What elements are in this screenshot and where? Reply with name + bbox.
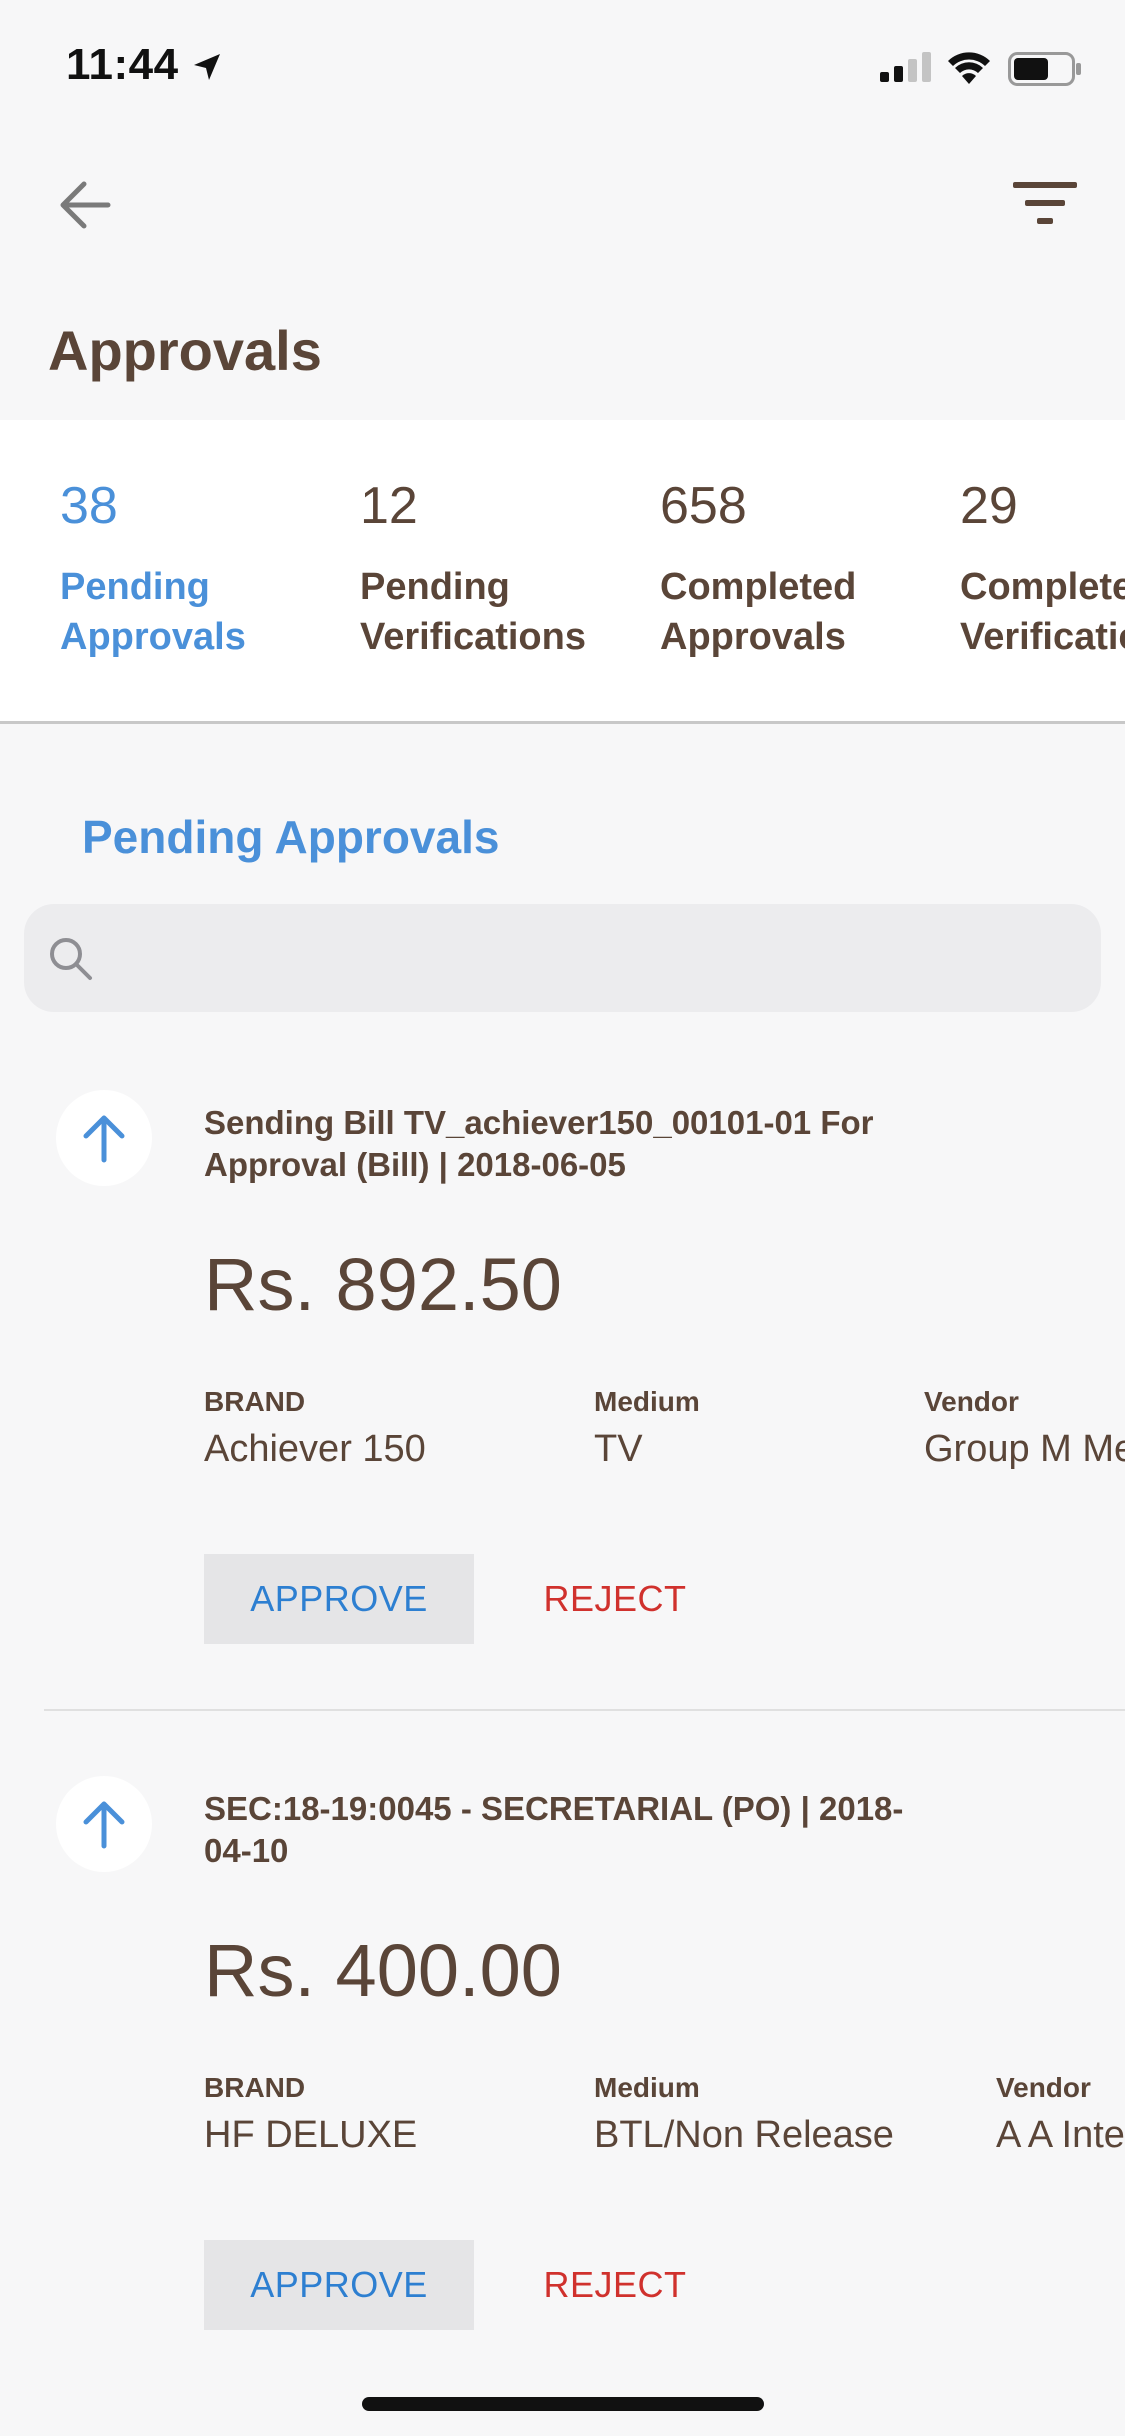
section-title: Pending Approvals [82,811,500,863]
tab-label: Completed Verifications [960,566,1125,658]
battery-icon [1008,52,1081,86]
home-indicator[interactable] [362,2397,764,2411]
tab-label: Pending Approvals [60,566,246,658]
brand-label: BRAND [204,1386,306,1417]
search-icon [50,938,92,980]
medium-label: Medium [594,1386,700,1417]
reject-button[interactable]: REJECT [520,1554,710,1644]
card-title: Sending Bill TV_achiever150_00101-01 For… [204,1104,874,1183]
back-arrow-icon[interactable] [52,172,118,238]
vendor-value: A A International [996,2114,1125,2156]
card-title: SEC:18-19:0045 - SECRETARIAL (PO) | 2018… [204,1790,904,1869]
search-input[interactable] [24,904,1101,1012]
approve-button[interactable]: APPROVE [204,2240,474,2330]
tab-count: 29 [960,477,1018,535]
vendor-label: Vendor [924,1386,1019,1417]
location-arrow-icon [194,54,220,80]
tab-count: 658 [660,477,747,535]
tab-count: 38 [60,477,118,535]
card-amount: Rs. 400.00 [204,1929,562,2012]
vendor-label: Vendor [996,2072,1091,2103]
tab-pending-approvals[interactable]: 38 Pending Approvals [60,476,350,662]
divider [44,1709,1125,1711]
page-title: Approvals [48,319,322,382]
nav-bar [0,132,1125,272]
medium-value: TV [594,1428,643,1470]
medium-label: Medium [594,2072,700,2103]
brand-label: BRAND [204,2072,306,2103]
tab-completed-approvals[interactable]: 658 Completed Approvals [660,476,950,662]
reject-button[interactable]: REJECT [520,2240,710,2330]
arrow-up-icon [56,1090,152,1186]
arrow-up-icon [56,1776,152,1872]
tab-completed-verifications[interactable]: 29 Completed Verifications [960,476,1125,662]
approve-button[interactable]: APPROVE [204,1554,474,1644]
status-time: 11:44 [66,40,179,89]
tab-count: 12 [360,477,418,535]
wifi-icon [948,52,990,84]
brand-value: Achiever 150 [204,1428,426,1470]
tab-label: Completed Approvals [660,566,857,658]
vendor-value: Group M Media [924,1428,1125,1470]
stats-tabs: 38 Pending Approvals 12 Pending Verifica… [0,420,1125,724]
signal-icon [880,52,931,82]
tab-label: Pending Verifications [360,566,586,658]
filter-icon[interactable] [1005,172,1085,238]
brand-value: HF DELUXE [204,2114,418,2156]
card-amount: Rs. 892.50 [204,1243,562,1326]
medium-value: BTL/Non Release [594,2114,894,2156]
tab-pending-verifications[interactable]: 12 Pending Verifications [360,476,650,662]
status-bar: 11:44 [0,0,1125,132]
